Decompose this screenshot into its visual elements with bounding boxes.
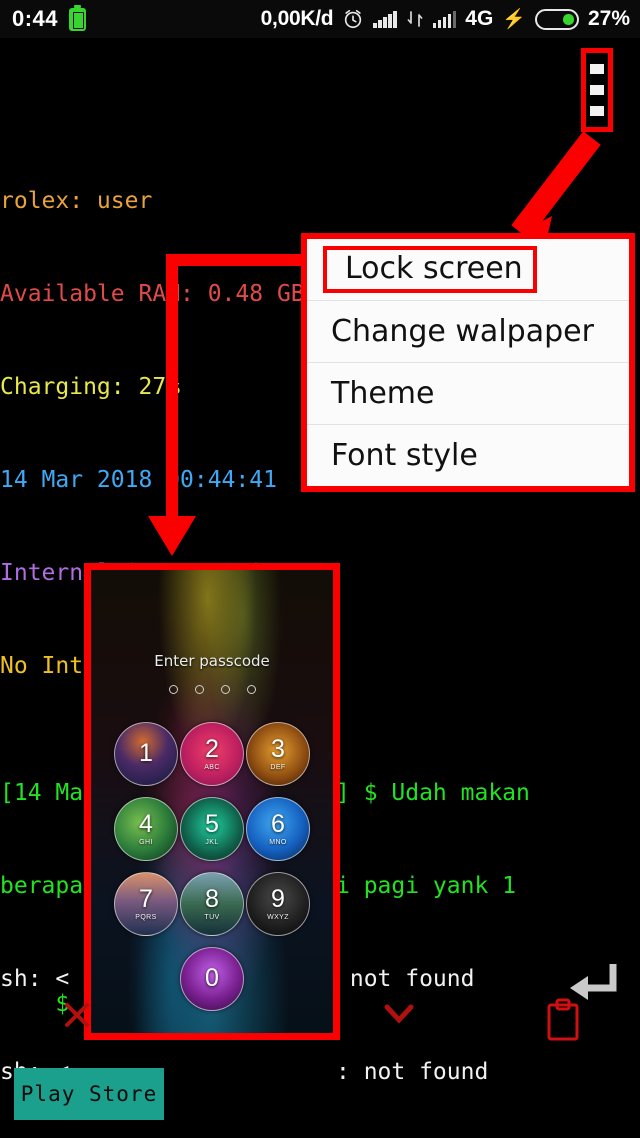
key-number: 6 [271, 810, 285, 838]
passcode-dot [168, 685, 178, 694]
data-updown-icon [407, 11, 423, 27]
enter-return-arrow-icon[interactable] [566, 960, 618, 1008]
keypad-key-8[interactable]: 8 TUV [180, 872, 244, 936]
key-letters: TUV [204, 914, 220, 921]
dot-3 [590, 106, 604, 117]
passcode-dots [91, 685, 333, 694]
terminal-line: ] $ Udah makan [336, 780, 530, 806]
key-number: 5 [205, 810, 219, 838]
dot-2 [590, 84, 604, 95]
status-bar: 0:44 0,00K/d 4G ⚡ 27% [0, 0, 640, 38]
play-store-button[interactable]: Play Store [14, 1068, 164, 1120]
signal-bars-icon [373, 10, 397, 28]
menu-item-label: Lock screen [323, 246, 537, 293]
key-letters: JKL [205, 839, 219, 846]
menu-item-theme[interactable]: Theme [307, 363, 629, 425]
battery-pill-icon [534, 8, 579, 30]
menu-item-lock-screen[interactable]: Lock screen [307, 239, 629, 301]
key-letters: MNO [269, 839, 287, 846]
key-number: 1 [139, 738, 153, 767]
key-letters: PQRS [135, 914, 157, 921]
phone-screen: 0:44 0,00K/d 4G ⚡ 27% rolex: user Availa… [0, 0, 640, 1138]
three-dot-overflow-menu-icon[interactable] [581, 48, 613, 132]
keypad-key-2[interactable]: 2 ABC [180, 722, 244, 786]
keypad-key-9[interactable]: 9 WXYZ [246, 872, 310, 936]
key-number: 4 [139, 810, 153, 838]
keypad-key-7[interactable]: 7 PQRS [114, 872, 178, 936]
lightning-bolt-icon: ⚡ [502, 9, 526, 30]
terminal-line: rolex: user [0, 188, 153, 214]
key-number: 9 [271, 885, 285, 913]
key-letters: ABC [204, 764, 220, 771]
context-popup-menu[interactable]: Lock screen Change walpaper Theme Font s… [301, 233, 635, 492]
keypad-key-1[interactable]: 1 [114, 722, 178, 786]
menu-item-font-style[interactable]: Font style [307, 425, 629, 486]
close-x-icon[interactable] [62, 1000, 92, 1030]
dot-1 [590, 63, 604, 74]
key-number: 2 [205, 735, 219, 763]
keypad-key-4[interactable]: 4 GHI [114, 797, 178, 861]
alarm-clock-icon [345, 9, 362, 29]
keypad-key-3[interactable]: 3 DEF [246, 722, 310, 786]
key-number: 7 [139, 885, 153, 913]
battery-percent-label: 27% [587, 7, 630, 30]
key-letters: GHI [139, 839, 153, 846]
key-letters: WXYZ [267, 914, 289, 921]
terminal-toolbar [0, 960, 640, 1050]
enter-passcode-label: Enter passcode [154, 652, 270, 670]
passcode-dot [194, 685, 204, 694]
menu-item-change-walpaper[interactable]: Change walpaper [307, 301, 629, 363]
passcode-dot [246, 685, 256, 694]
keypad-key-6[interactable]: 6 MNO [246, 797, 310, 861]
status-clock: 0:44 [12, 6, 59, 31]
passcode-dot [220, 685, 230, 694]
chevron-down-icon[interactable] [382, 1002, 416, 1026]
network-type-label: 4G [465, 7, 494, 30]
keypad-key-5[interactable]: 5 JKL [180, 797, 244, 861]
network-speed-label: 0,00K/d [260, 7, 334, 30]
battery-charging-icon [69, 4, 87, 31]
key-number: 3 [271, 735, 285, 763]
terminal-log-right: ] $ Udah makan i pagi yank 1 not found :… [336, 716, 640, 1138]
signal-bars-icon-2 [432, 10, 457, 28]
terminal-line: i pagi yank 1 [336, 873, 517, 899]
key-letters: DEF [270, 764, 286, 771]
terminal-line: : not found [336, 1059, 489, 1085]
key-number: 0 [205, 963, 219, 992]
key-number: 8 [205, 885, 219, 913]
